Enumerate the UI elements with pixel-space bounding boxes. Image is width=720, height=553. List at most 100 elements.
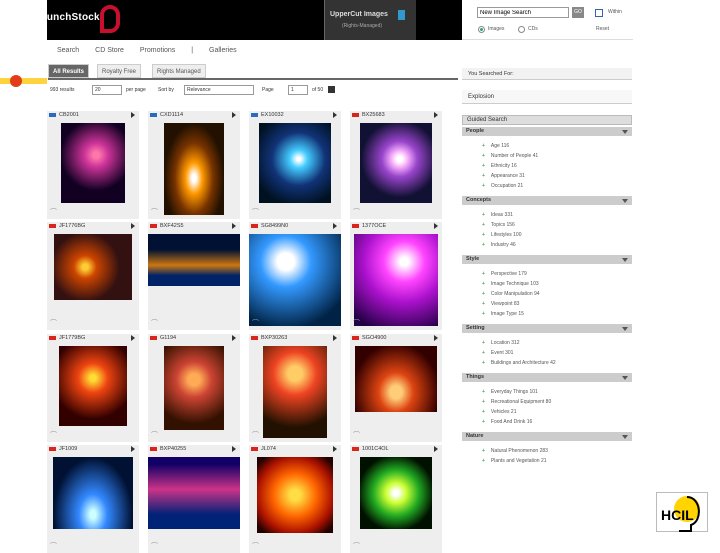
- section-header-things[interactable]: Things: [462, 373, 632, 382]
- facet-item[interactable]: + Number of People 41: [482, 152, 538, 160]
- punchstock-logo[interactable]: PunchStock: [40, 12, 100, 23]
- nav-galleries[interactable]: Galleries: [209, 47, 237, 54]
- section-header-setting[interactable]: Setting: [462, 324, 632, 333]
- nav-search[interactable]: Search: [57, 47, 79, 54]
- expand-plus-icon[interactable]: +: [482, 232, 485, 238]
- expand-arrow-icon[interactable]: [131, 446, 135, 452]
- expand-plus-icon[interactable]: +: [482, 448, 485, 454]
- image-cell[interactable]: EX10032 ⌒: [249, 111, 341, 219]
- facet-item[interactable]: + Ethnicity 16: [482, 162, 517, 170]
- facet-item[interactable]: + Image Type 15: [482, 310, 524, 318]
- image-thumbnail[interactable]: [54, 234, 132, 300]
- expand-arrow-icon[interactable]: [333, 112, 337, 118]
- facet-item[interactable]: + Perspective 179: [482, 270, 527, 278]
- section-header-nature[interactable]: Nature: [462, 432, 632, 441]
- facet-item[interactable]: + Viewpoint 83: [482, 300, 519, 308]
- facet-item[interactable]: + Food And Drink 16: [482, 418, 532, 426]
- image-thumbnail[interactable]: [263, 346, 327, 438]
- expand-plus-icon[interactable]: +: [482, 242, 485, 248]
- lightbox-icon[interactable]: ⌒: [151, 207, 158, 217]
- image-cell[interactable]: BXF42S5 ⌒: [148, 222, 240, 330]
- expand-plus-icon[interactable]: +: [482, 183, 485, 189]
- section-header-style[interactable]: Style: [462, 255, 632, 264]
- facet-item[interactable]: + Topics 156: [482, 221, 515, 229]
- within-checkbox[interactable]: [595, 9, 603, 17]
- image-thumbnail[interactable]: [259, 123, 331, 203]
- expand-plus-icon[interactable]: +: [482, 340, 485, 346]
- image-cell[interactable]: 1001C4OL ⌒: [350, 445, 442, 553]
- expand-plus-icon[interactable]: +: [482, 271, 485, 277]
- nav-cd-store[interactable]: CD Store: [95, 47, 124, 54]
- section-header-concepts[interactable]: Concepts: [462, 196, 632, 205]
- expand-arrow-icon[interactable]: [131, 112, 135, 118]
- facet-item[interactable]: + Vehicles 21: [482, 408, 517, 416]
- image-cell[interactable]: JF1009 ⌒: [47, 445, 139, 553]
- image-thumbnail[interactable]: [257, 457, 333, 533]
- reset-link[interactable]: Reset: [596, 26, 609, 32]
- image-cell[interactable]: SG8499N0 ⌒: [249, 222, 341, 330]
- lightbox-icon[interactable]: ⌒: [151, 318, 158, 328]
- collapse-icon[interactable]: [622, 376, 628, 380]
- expand-arrow-icon[interactable]: [232, 223, 236, 229]
- image-thumbnail[interactable]: [355, 346, 437, 412]
- image-thumbnail[interactable]: [360, 123, 432, 203]
- facet-item[interactable]: + Image Technique 103: [482, 280, 539, 288]
- collapse-icon[interactable]: [622, 258, 628, 262]
- per-page-select[interactable]: 20: [92, 85, 122, 95]
- image-thumbnail[interactable]: [148, 457, 240, 529]
- tab-rights-managed[interactable]: Rights Managed: [152, 64, 206, 78]
- go-button[interactable]: GO: [572, 7, 584, 18]
- image-thumbnail[interactable]: [53, 457, 133, 529]
- facet-item[interactable]: + Plants and Vegetation 21: [482, 457, 547, 465]
- image-cell[interactable]: BXP30263 ⌒: [249, 334, 341, 442]
- page-input[interactable]: 1: [288, 85, 308, 95]
- next-page-icon[interactable]: [328, 86, 335, 93]
- collapse-icon[interactable]: [622, 130, 628, 134]
- expand-plus-icon[interactable]: +: [482, 419, 485, 425]
- expand-plus-icon[interactable]: +: [482, 291, 485, 297]
- facet-item[interactable]: + Recreational Equipment 80: [482, 398, 551, 406]
- search-input[interactable]: [477, 7, 569, 18]
- lightbox-icon[interactable]: ⌒: [353, 430, 360, 440]
- facet-item[interactable]: + Appearance 31: [482, 172, 525, 180]
- collapse-icon[interactable]: [622, 199, 628, 203]
- collapse-icon[interactable]: [622, 327, 628, 331]
- image-cell[interactable]: JF1776BG ⌒: [47, 222, 139, 330]
- expand-plus-icon[interactable]: +: [482, 409, 485, 415]
- lightbox-icon[interactable]: ⌒: [252, 207, 259, 217]
- expand-plus-icon[interactable]: +: [482, 153, 485, 159]
- image-thumbnail[interactable]: [164, 346, 224, 430]
- facet-item[interactable]: + Everyday Things 101: [482, 388, 538, 396]
- lightbox-icon[interactable]: ⌒: [353, 207, 360, 217]
- facet-item[interactable]: + Color Manipulation 94: [482, 290, 540, 298]
- expand-plus-icon[interactable]: +: [482, 301, 485, 307]
- facet-item[interactable]: + Lifestyles 100: [482, 231, 522, 239]
- image-cell[interactable]: CB2001 ⌒: [47, 111, 139, 219]
- collapse-icon[interactable]: [622, 435, 628, 439]
- lightbox-icon[interactable]: ⌒: [252, 541, 259, 551]
- lightbox-icon[interactable]: ⌒: [50, 318, 57, 328]
- brand-panel[interactable]: [324, 0, 416, 40]
- image-thumbnail[interactable]: [59, 346, 127, 426]
- expand-arrow-icon[interactable]: [434, 446, 438, 452]
- expand-arrow-icon[interactable]: [333, 335, 337, 341]
- expand-arrow-icon[interactable]: [434, 112, 438, 118]
- guided-search-header[interactable]: Guided Search: [462, 115, 632, 125]
- lightbox-icon[interactable]: ⌒: [353, 318, 360, 328]
- expand-plus-icon[interactable]: +: [482, 222, 485, 228]
- lightbox-icon[interactable]: ⌒: [50, 541, 57, 551]
- expand-plus-icon[interactable]: +: [482, 212, 485, 218]
- image-thumbnail[interactable]: [61, 123, 125, 203]
- sort-select[interactable]: Relevance: [184, 85, 254, 95]
- lightbox-icon[interactable]: ⌒: [50, 207, 57, 217]
- lightbox-icon[interactable]: ⌒: [252, 430, 259, 440]
- image-cell[interactable]: JL074 ⌒: [249, 445, 341, 553]
- image-cell[interactable]: SGO4900 ⌒: [350, 334, 442, 442]
- expand-arrow-icon[interactable]: [434, 335, 438, 341]
- expand-arrow-icon[interactable]: [232, 446, 236, 452]
- facet-item[interactable]: + Industry 46: [482, 241, 516, 249]
- facet-item[interactable]: + Event 301: [482, 349, 513, 357]
- lightbox-icon[interactable]: ⌒: [252, 318, 259, 328]
- lightbox-icon[interactable]: ⌒: [151, 541, 158, 551]
- images-radio[interactable]: [478, 26, 485, 33]
